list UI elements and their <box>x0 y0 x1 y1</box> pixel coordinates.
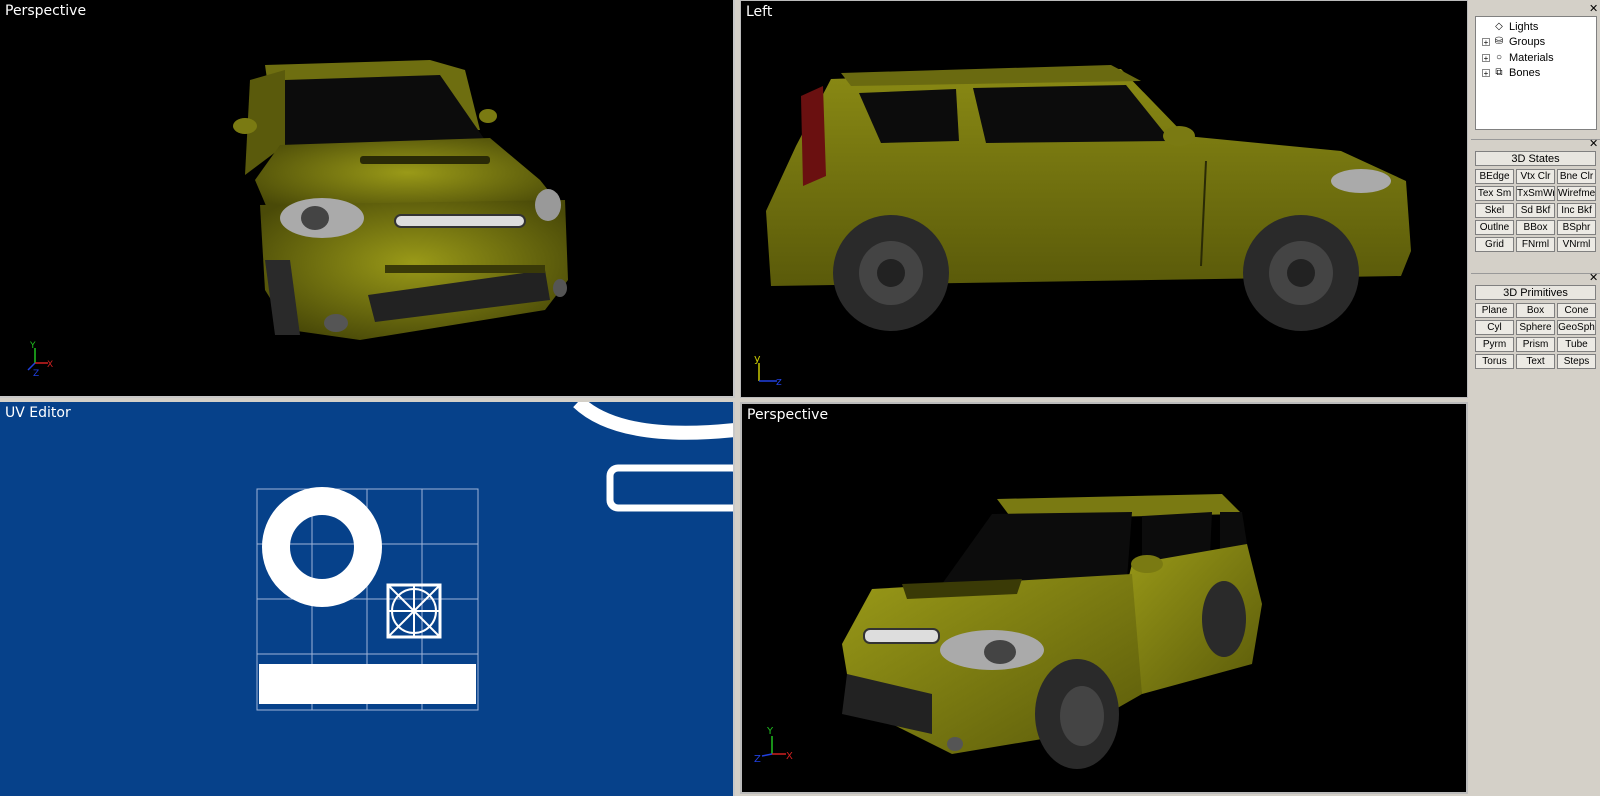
tree-item-bones[interactable]: + ⧉ Bones <box>1476 66 1596 82</box>
primitive-button-prism[interactable]: Prism <box>1516 337 1555 352</box>
viewport-label: UV Editor <box>5 405 71 421</box>
primitive-button-cone[interactable]: Cone <box>1557 303 1596 318</box>
viewport-left[interactable]: Left y z <box>740 0 1468 398</box>
state-button-bne-clr[interactable]: Bne Clr <box>1557 169 1596 184</box>
state-button-wirefme[interactable]: Wirefme <box>1557 186 1596 201</box>
states-panel-title[interactable]: 3D States <box>1475 151 1596 166</box>
primitive-button-torus[interactable]: Torus <box>1475 354 1514 369</box>
car-side-view: y z <box>754 65 1411 388</box>
primitive-button-steps[interactable]: Steps <box>1557 354 1596 369</box>
uv-strip-island <box>259 664 476 704</box>
primitive-button-cyl[interactable]: Cyl <box>1475 320 1514 335</box>
viewport-perspective-bottom[interactable]: Perspective Y Z X <box>740 402 1468 794</box>
viewport-label: Perspective <box>747 407 829 423</box>
uv-tire-island <box>262 487 382 607</box>
state-button-bsphr[interactable]: BSphr <box>1557 220 1596 235</box>
state-button-sd-bkf[interactable]: Sd Bkf <box>1516 203 1555 218</box>
state-button-bedge[interactable]: BEdge <box>1475 169 1514 184</box>
primitive-button-plane[interactable]: Plane <box>1475 303 1514 318</box>
primitive-button-geosph[interactable]: GeoSph <box>1557 320 1596 335</box>
state-button-tex-sm[interactable]: Tex Sm <box>1475 186 1514 201</box>
axis-y-label: y <box>754 352 761 365</box>
bone-box-icon: ⧉ <box>1495 67 1503 79</box>
primitive-button-pyrm[interactable]: Pyrm <box>1475 337 1514 352</box>
expand-icon[interactable]: + <box>1482 53 1490 62</box>
tree-item-label: Bones <box>1509 67 1541 80</box>
primitive-button-sphere[interactable]: Sphere <box>1516 320 1555 335</box>
state-button-vtx-clr[interactable]: Vtx Clr <box>1516 169 1555 184</box>
tree-item-label: Groups <box>1509 36 1546 49</box>
state-button-txsmwr[interactable]: TxSmWr <box>1516 186 1555 201</box>
tree-item-groups[interactable]: + ⛁ Groups <box>1476 35 1596 51</box>
uv-arc-island <box>573 402 733 440</box>
sphere-icon: ○ <box>1495 51 1503 63</box>
viewport-uv-editor[interactable]: UV Editor <box>0 402 735 796</box>
scene-tree[interactable]: ◇ Lights + ⛁ Groups + ○ Materials + ⧉ Bo… <box>1475 16 1597 130</box>
panel-divider <box>1471 273 1600 274</box>
state-button-skel[interactable]: Skel <box>1475 203 1514 218</box>
state-button-fnrml[interactable]: FNrml <box>1516 237 1555 252</box>
state-button-vnrml[interactable]: VNrml <box>1557 237 1596 252</box>
uv-frame-island <box>606 464 733 512</box>
tree-item-label: Materials <box>1509 51 1554 64</box>
tree-item-materials[interactable]: + ○ Materials <box>1476 50 1596 66</box>
uv-layout <box>256 402 733 711</box>
expand-icon[interactable]: + <box>1482 69 1490 78</box>
expand-icon[interactable]: + <box>1482 38 1490 47</box>
axis-y-label: Y <box>766 726 774 737</box>
state-button-inc-bkf[interactable]: Inc Bkf <box>1557 203 1596 218</box>
close-icon[interactable]: ✕ <box>1589 2 1598 15</box>
state-button-grid[interactable]: Grid <box>1475 237 1514 252</box>
tree-item-label: Lights <box>1509 20 1539 33</box>
state-button-bbox[interactable]: BBox <box>1516 220 1555 235</box>
tree-item-lights[interactable]: ◇ Lights <box>1476 19 1596 35</box>
close-icon[interactable]: ✕ <box>1589 137 1598 150</box>
primitive-button-tube[interactable]: Tube <box>1557 337 1596 352</box>
axis-z-label: z <box>776 375 782 388</box>
primitives-panel-title[interactable]: 3D Primitives <box>1475 285 1596 300</box>
viewport-perspective-top[interactable]: Perspective Y X Z <box>0 0 735 398</box>
panel-divider <box>1471 139 1600 140</box>
axis-x-label: X <box>47 360 53 370</box>
viewport-label: Left <box>746 4 773 20</box>
rear-wheel <box>1202 581 1246 657</box>
primitive-button-box[interactable]: Box <box>1516 303 1555 318</box>
axis-y-label: Y <box>29 341 36 351</box>
diamond-icon: ◇ <box>1495 20 1503 32</box>
axis-x-label: X <box>786 751 793 762</box>
viewport-label: Perspective <box>5 3 87 19</box>
primitive-button-text[interactable]: Text <box>1516 354 1555 369</box>
axis-z-label: Z <box>754 754 761 765</box>
car-front-view: Y X Z <box>27 60 568 379</box>
state-button-outlne[interactable]: Outlne <box>1475 220 1514 235</box>
car-three-quarter-view: Y Z X <box>754 494 1262 769</box>
states-button-grid: BEdge Vtx Clr Bne Clr Tex Sm TxSmWr Wire… <box>1475 169 1596 252</box>
primitives-button-grid: Plane Box Cone Cyl Sphere GeoSph Pyrm Pr… <box>1475 303 1596 369</box>
cylinder-icon: ⛁ <box>1494 36 1504 48</box>
close-icon[interactable]: ✕ <box>1589 271 1598 284</box>
axis-z-label: Z <box>33 369 39 379</box>
